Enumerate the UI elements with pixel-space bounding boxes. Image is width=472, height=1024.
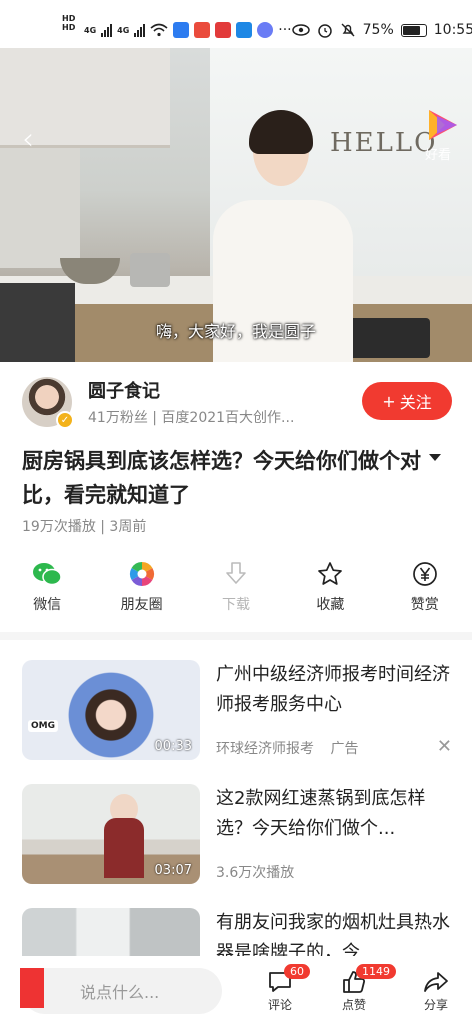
follow-label: 关注 bbox=[399, 393, 432, 412]
verified-badge-icon: ✓ bbox=[56, 411, 74, 429]
comment-input-thumb bbox=[20, 968, 44, 1008]
author-name: 圆子食记 bbox=[88, 381, 160, 402]
app-icon-h bbox=[236, 22, 253, 38]
like-count-badge: 1149 bbox=[356, 964, 396, 979]
status-right: 75% 10:55 bbox=[291, 22, 472, 38]
hd-label-1: HD bbox=[62, 14, 76, 23]
app-icon-music bbox=[257, 22, 274, 38]
signal-type-2: 4G bbox=[117, 25, 130, 35]
share-reward-label: 赞赏 bbox=[410, 597, 439, 613]
wifi-icon bbox=[150, 23, 168, 37]
share-collect-label: 收藏 bbox=[316, 597, 345, 613]
share-download-label: 下载 bbox=[221, 597, 250, 613]
feed-meta: 3.6万次播放 bbox=[216, 865, 295, 881]
share-row: 微信 朋友圈 下载 收藏 赞赏 bbox=[0, 560, 472, 620]
thumb-body bbox=[104, 818, 144, 878]
share-moments[interactable]: 朋友圈 bbox=[94, 560, 188, 620]
share-icon bbox=[424, 972, 448, 992]
share-button[interactable]: 分享 bbox=[408, 968, 464, 1013]
hd-label-2: HD bbox=[62, 23, 76, 32]
status-left: 4G 4G ··· bbox=[84, 22, 292, 38]
eye-icon bbox=[291, 24, 310, 36]
star-icon bbox=[318, 562, 343, 585]
share-download[interactable]: 下载 bbox=[189, 560, 283, 620]
signal-type-1: 4G bbox=[84, 25, 97, 35]
share-collect[interactable]: 收藏 bbox=[283, 560, 377, 620]
share-reward[interactable]: 赞赏 bbox=[378, 560, 472, 620]
feed-title: 这2款网红速蒸锅到底怎样选？今天给你们做个... bbox=[216, 788, 426, 839]
feed-title: 广州中级经济师报考时间经济师报考服务中心 bbox=[216, 664, 450, 715]
like-label: 点赞 bbox=[341, 998, 366, 1012]
feed-thumbnail: 03:07 bbox=[22, 784, 200, 884]
clock: 10:55 bbox=[433, 22, 472, 38]
haokan-logo-icon bbox=[429, 110, 457, 140]
comment-label: 评论 bbox=[267, 998, 292, 1012]
feed-item-ad[interactable]: OMG 00:33 广州中级经济师报考时间经济师报考服务中心 环球经济师报考 广… bbox=[22, 660, 452, 764]
video-subtitle: 嗨，大家好，我是圆子 bbox=[155, 322, 316, 341]
author-info[interactable]: 圆子食记 41万粉丝 | 百度2021百大创作... bbox=[88, 377, 294, 427]
signal-icon bbox=[101, 23, 113, 37]
feed-meta: 环球经济师报考 广告 bbox=[216, 738, 358, 758]
ad-source: 环球经济师报考 bbox=[216, 741, 314, 757]
app-icon-blue bbox=[173, 22, 190, 38]
avatar[interactable]: ✓ bbox=[22, 377, 74, 429]
haokan-logo-text: 好看 bbox=[425, 148, 452, 163]
moments-icon bbox=[129, 562, 154, 586]
app-icon-red bbox=[194, 22, 211, 38]
share-label: 分享 bbox=[423, 998, 448, 1012]
more-dots-icon: ··· bbox=[278, 22, 292, 38]
signal-icon-2 bbox=[134, 23, 146, 37]
like-button[interactable]: 点赞 1149 bbox=[326, 964, 396, 1013]
app-icon-red-2 bbox=[215, 22, 232, 38]
follow-button[interactable]: + 关注 bbox=[362, 382, 452, 420]
author-meta: 41万粉丝 | 百度2021百大创作... bbox=[88, 410, 295, 426]
video-bg-cabinet-2 bbox=[0, 148, 80, 268]
comment-input[interactable]: 说点什么... bbox=[22, 968, 222, 1014]
close-icon[interactable]: ✕ bbox=[437, 736, 452, 757]
share-wechat-label: 微信 bbox=[33, 597, 62, 613]
feed-thumbnail: OMG 00:33 bbox=[22, 660, 200, 760]
battery-percent: 75% bbox=[362, 22, 394, 38]
omg-sticker: OMG bbox=[28, 720, 58, 732]
wechat-icon bbox=[33, 563, 62, 586]
plus-icon: + bbox=[382, 391, 396, 411]
mute-icon bbox=[341, 23, 355, 37]
feed-item[interactable]: 03:07 这2款网红速蒸锅到底怎样选？今天给你们做个... 3.6万次播放 bbox=[22, 784, 452, 888]
alarm-icon bbox=[317, 24, 332, 38]
chevron-left-icon[interactable]: ‹ bbox=[22, 122, 34, 157]
network-type: HD HD bbox=[62, 14, 75, 32]
video-duration: 03:07 bbox=[154, 863, 192, 878]
section-divider bbox=[0, 632, 472, 640]
download-icon bbox=[226, 562, 246, 584]
ad-tag: 广告 bbox=[330, 741, 359, 757]
comment-placeholder: 说点什么... bbox=[80, 983, 160, 1002]
yen-icon bbox=[412, 562, 437, 586]
expand-caret-icon[interactable] bbox=[428, 453, 442, 463]
battery-icon bbox=[400, 23, 427, 37]
video-title: 厨房锅具到底该怎样选？今天给你们做个对比，看完就知道了 bbox=[22, 449, 421, 507]
share-moments-label: 朋友圈 bbox=[120, 597, 163, 613]
comment-count-badge: 60 bbox=[284, 964, 310, 979]
video-bg-pot-2 bbox=[130, 253, 170, 287]
video-duration: 00:33 bbox=[154, 739, 192, 754]
comment-button[interactable]: 评论 60 bbox=[252, 964, 310, 1013]
author-row: ✓ 圆子食记 41万粉丝 | 百度2021百大创作... + 关注 bbox=[22, 374, 452, 430]
video-player[interactable]: HELLO ‹ 好看 嗨，大家好，我是圆子 bbox=[0, 48, 472, 362]
bottom-bar: 说点什么... 评论 60 点赞 1149 分享 bbox=[0, 956, 472, 1024]
video-stats: 19万次播放 | 3周前 bbox=[22, 519, 147, 535]
share-wechat[interactable]: 微信 bbox=[0, 560, 94, 620]
